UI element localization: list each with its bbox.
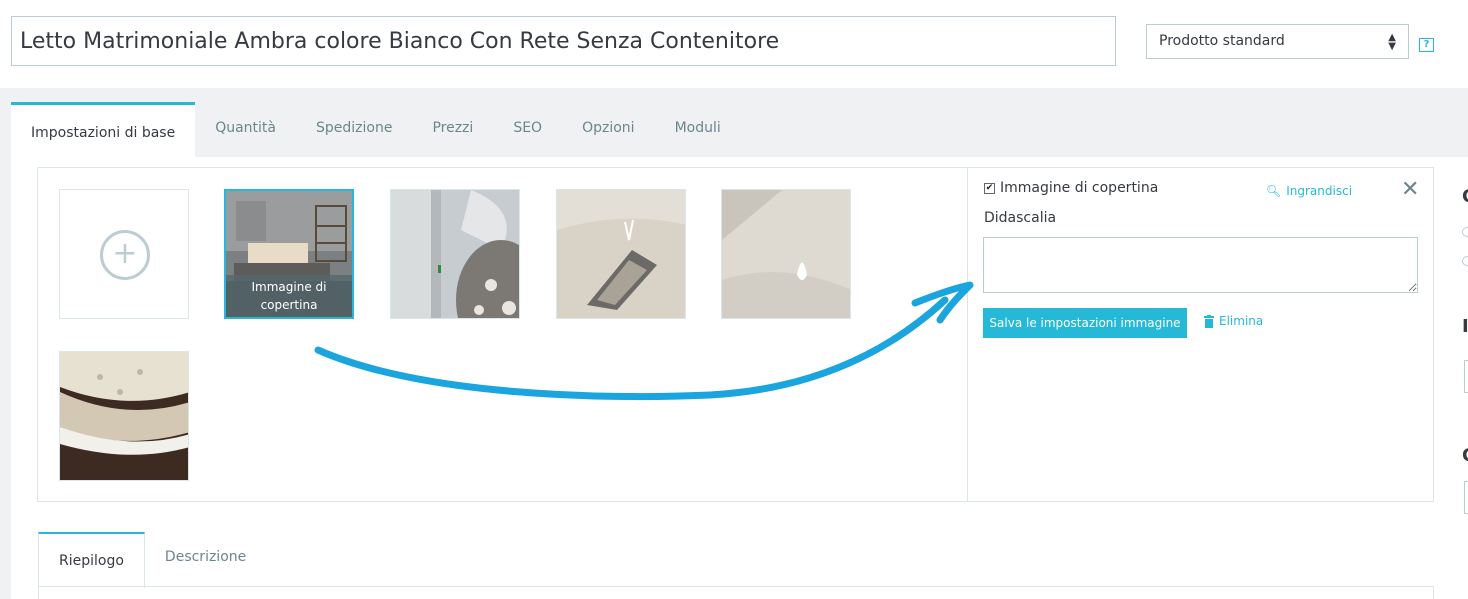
zoom-link[interactable]: 🔍︎ Ingrandisci <box>1266 184 1352 198</box>
fabric-detail-photo-icon <box>391 190 519 318</box>
cut-off-input[interactable] <box>1464 360 1468 393</box>
tab-modules[interactable]: Moduli <box>655 102 741 157</box>
product-name-input[interactable] <box>11 16 1116 66</box>
image-thumbnail-cover[interactable]: Immagine di copertina <box>224 189 354 319</box>
image-thumbnail[interactable] <box>59 351 189 481</box>
main-tabs: Impostazioni di base Quantità Spedizione… <box>11 102 741 157</box>
cut-off-input[interactable] <box>1464 481 1468 514</box>
save-image-settings-button[interactable]: Salva le impostazioni immagine <box>983 308 1187 338</box>
cut-off-heading: C <box>1462 445 1468 466</box>
plus-icon: + <box>100 230 150 280</box>
tab-shipping[interactable]: Spedizione <box>296 102 412 157</box>
product-header: Prodotto standard ▲▼ ? <box>0 0 1468 88</box>
tab-description[interactable]: Descrizione <box>145 532 266 588</box>
cut-off-heading: C <box>1462 186 1468 207</box>
rich-text-editor[interactable] <box>38 586 1434 599</box>
cover-checkbox[interactable]: ✔ <box>984 182 995 194</box>
cover-checkbox-label: Immagine di copertina <box>1000 180 1159 196</box>
caption-textarea[interactable] <box>983 237 1418 293</box>
mattress-surface-photo-icon <box>722 190 850 318</box>
close-icon[interactable]: ✕ <box>1401 179 1419 201</box>
image-thumbnail[interactable] <box>721 189 851 319</box>
cut-off-radio[interactable] <box>1462 256 1468 266</box>
tab-options[interactable]: Opzioni <box>562 102 654 157</box>
image-thumbnail[interactable] <box>390 189 520 319</box>
mattress-stack-photo-icon <box>60 352 188 480</box>
zoom-label: Ingrandisci <box>1286 184 1353 198</box>
cover-image-label: Immagine di copertina <box>226 275 352 317</box>
tab-basic-settings[interactable]: Impostazioni di base <box>11 102 196 157</box>
cut-off-heading: I <box>1462 316 1468 337</box>
select-arrows-icon: ▲ ▼ <box>1388 32 1396 52</box>
delete-image-link[interactable]: Elimina <box>1204 314 1263 328</box>
tab-prices[interactable]: Prezzi <box>412 102 493 157</box>
product-type-select[interactable]: Prodotto standard ▲ ▼ <box>1146 24 1409 59</box>
trash-icon <box>1204 314 1214 328</box>
tab-quantity[interactable]: Quantità <box>195 102 296 157</box>
add-image-button[interactable]: + <box>59 189 189 319</box>
delete-label: Elimina <box>1219 314 1264 328</box>
image-thumbnail[interactable] <box>556 189 686 319</box>
product-type-value: Prodotto standard <box>1159 33 1285 49</box>
help-icon[interactable]: ? <box>1419 38 1434 52</box>
tab-seo[interactable]: SEO <box>493 102 562 157</box>
mattress-tuft-photo-icon <box>557 190 685 318</box>
cut-off-radio[interactable] <box>1462 227 1468 237</box>
magnifier-icon: 🔍︎ <box>1266 184 1282 198</box>
description-tabs: Riepilogo Descrizione <box>38 532 266 588</box>
cover-checkbox-row[interactable]: ✔ Immagine di copertina <box>984 180 1158 196</box>
caption-label: Didascalia <box>984 210 1057 226</box>
tab-summary[interactable]: Riepilogo <box>38 532 145 588</box>
